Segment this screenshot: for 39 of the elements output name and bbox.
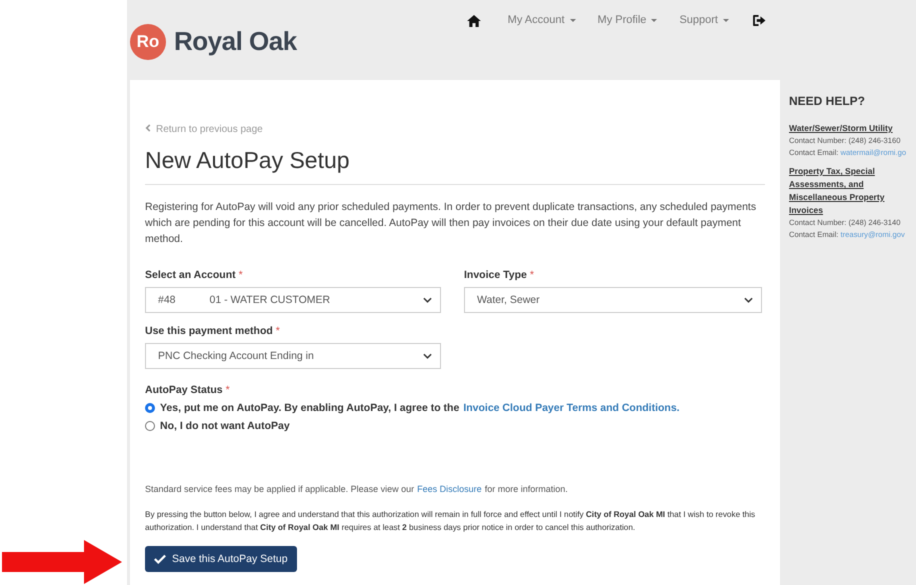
field-label: Invoice Type [464,269,527,281]
home-icon[interactable] [466,15,481,27]
save-button[interactable]: Save this AutoPay Setup [145,546,297,572]
required-mark: * [238,269,243,281]
required-mark: * [530,269,534,281]
fees-disclosure-link[interactable]: Fees Disclosure [417,484,482,494]
required-mark: * [226,384,230,396]
nav-menu-link[interactable]: My Account [508,14,576,26]
fees-note: for more information. [484,484,568,494]
select-field[interactable]: PNC Checking Account Ending in [145,343,441,369]
terms-link[interactable]: Invoice Cloud Payer Terms and Conditions. [463,402,680,414]
field-label: AutoPay Status [145,384,223,396]
help-topic-link[interactable]: Property Tax, Special Assessments, and Miscellaneous Property Invoices [789,165,901,217]
help-title: NEED HELP? [789,94,866,108]
nav-menu-link[interactable]: My Profile [598,14,658,26]
checkmark-icon [154,554,166,564]
radio-button[interactable] [145,403,155,413]
page-title: New AutoPay Setup [145,147,765,185]
intro-text: Registering for AutoPay will void any prior scheduled payments. In order to prevent duplicate transactions, any scheduled payments which are pending for this account will be cancelled. AutoPay will then pay invoices on their due date using your default payment method. [145,200,758,247]
fees-note: Standard service fees may be applied if applicable. Please view our [145,484,414,494]
chevron-down-icon [423,353,432,359]
field-label: Use this payment method [145,325,273,337]
field-label: Select an Account [145,269,236,281]
logo-name[interactable]: Royal Oak [174,26,297,57]
help-topic-link[interactable]: Water/Sewer/Storm Utility [789,122,901,135]
select-field[interactable]: #48 01 - WATER CUSTOMER [145,287,441,313]
logo-mark[interactable]: Ro [130,24,166,60]
chevron-down-icon [423,297,432,303]
chevron-down-icon [744,297,753,303]
arrow-icon [2,540,122,584]
chevron-left-icon [145,124,151,132]
authorization-text: By pressing the button below, I agree and understand that this authorization will remain in full force and effect until I notify City of Royal Oak MI that I wish to revoke this authorization. I understand that City of Royal Oak MI requires at least 2 business days prior notice in order to cancel this authorization. [145,509,756,534]
select-field[interactable]: Water, Sewer [464,287,762,313]
logout-icon[interactable] [752,15,766,26]
required-mark: * [276,325,280,337]
nav-menu-link[interactable]: Support [679,14,729,26]
radio-label[interactable]: No, I do not want AutoPay [160,420,290,432]
radio-button[interactable] [145,421,155,431]
radio-label[interactable]: Yes, put me on AutoPay. By enabling AutoPay, I agree to the [160,402,460,414]
